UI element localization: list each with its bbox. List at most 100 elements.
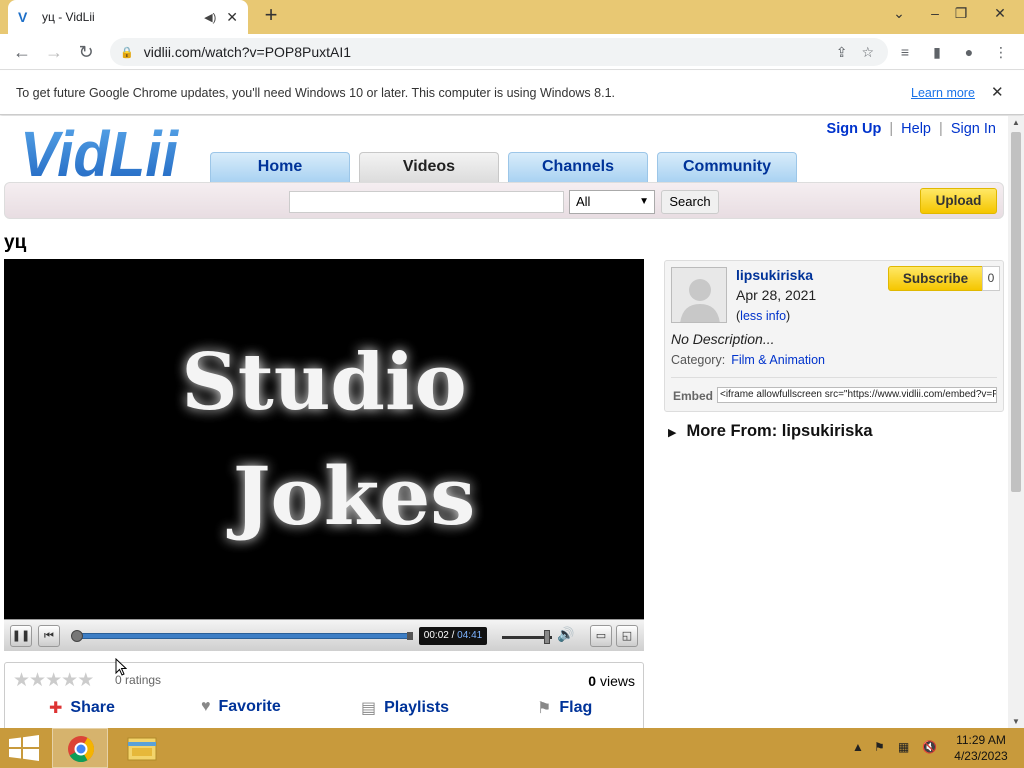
playlist-icon: ▤ [361,700,377,717]
tab-community[interactable]: Community [657,152,797,182]
clock-time: 11:29 AM [956,733,1006,747]
volume-slider[interactable] [502,630,552,644]
search-button[interactable]: Search [661,190,719,214]
help-link[interactable]: Help [901,121,931,137]
share-page-icon[interactable]: ⇪ [836,44,848,61]
back-icon[interactable]: ← [10,40,34,64]
embed-label: Embed [673,389,714,403]
network-icon[interactable]: ▦ [898,740,909,754]
menu-kebab-icon[interactable]: ⋮ [991,42,1011,62]
signup-link[interactable]: Sign Up [827,121,882,137]
uploader-panel: lipsukiriska Apr 28, 2021 (less info) Su… [664,260,1004,412]
new-tab-button[interactable]: + [260,4,282,27]
search-input[interactable] [289,191,564,213]
mouse-cursor-icon [115,658,127,676]
less-info-link[interactable]: less info [740,309,786,323]
windows-taskbar: ▲ ⚑ ▦ 🔇 11:29 AM 4/23/2023 [0,728,1024,768]
search-category-select[interactable]: All ▼ [569,190,655,214]
restore-button[interactable]: ❐ [946,4,976,24]
player-controls: ❚❚ ⏮ 00:02 / 04:41 🔊 ▭ ◱ [4,619,644,651]
lock-icon[interactable]: 🔒 [120,46,134,59]
volume-knob[interactable] [544,630,550,644]
tab-videos[interactable]: Videos [359,152,499,182]
star-icon[interactable]: ★ [29,670,46,691]
playlists-button[interactable]: ▤ Playlists [361,698,449,718]
url-text[interactable]: vidlii.com/watch?v=POP8PuxtAI1 [144,44,836,60]
scrollbar-thumb[interactable] [1011,132,1021,492]
show-hidden-icons-icon[interactable]: ▲ [852,740,864,754]
profile-avatar-icon[interactable]: ● [959,42,979,62]
progress-bar[interactable] [71,630,413,642]
page-scrollbar[interactable]: ▲ ▼ [1008,116,1024,728]
bookmark-star-icon[interactable]: ☆ [861,44,874,61]
progress-knob[interactable] [71,630,84,642]
popout-icon[interactable]: ▭ [590,625,612,647]
share-button[interactable]: ✚ Share [49,698,115,718]
audio-playing-icon[interactable]: ◀) [204,11,216,24]
rating-stars[interactable]: ★★★★★ [13,669,94,692]
frame-text-jokes: Jokes [227,449,476,543]
tab-close-icon[interactable]: ✕ [226,9,238,26]
windows-start-icon[interactable] [8,735,40,761]
taskbar-file-explorer[interactable] [114,728,170,768]
skip-back-icon[interactable]: ⏮ [38,625,60,647]
upload-date: Apr 28, 2021 [736,287,817,303]
embed-code-field[interactable]: <iframe allowfullscreen src="https://www… [717,387,997,403]
progress-end-marker [407,632,413,640]
side-panel-icon[interactable]: ▮ [927,42,947,62]
more-from-label: More From: lipsukiriska [686,422,873,440]
video-description: No Description... [671,331,775,347]
star-icon[interactable]: ★ [45,670,62,691]
search-select-value: All [576,194,591,209]
chrome-icon [68,736,95,763]
share-label: Share [70,699,115,716]
reading-list-icon[interactable]: ≡ [895,42,915,62]
star-icon[interactable]: ★ [61,670,78,691]
avatar[interactable] [671,267,727,323]
taskbar-chrome[interactable] [52,728,108,768]
signin-link[interactable]: Sign In [951,121,996,137]
speaker-icon[interactable]: 🔊 [557,626,574,643]
tab-search-icon[interactable]: ⌄ [884,4,914,24]
flag-label: Flag [559,699,593,716]
pause-icon[interactable]: ❚❚ [10,625,32,647]
tab-channels[interactable]: Channels [508,152,648,182]
subscribe-button[interactable]: Subscribe [888,266,983,291]
category-link[interactable]: Film & Animation [731,353,825,367]
browser-tab[interactable]: V уц - VidLii ◀) ✕ [8,0,248,34]
action-center-flag-icon[interactable]: ⚑ [874,740,885,754]
more-from-toggle[interactable]: ▶ More From: lipsukiriska [668,422,873,441]
vidlii-logo[interactable]: VidLii [20,118,180,184]
browser-titlebar: V уц - VidLii ◀) ✕ + ⌄ – ❐ ✕ [0,0,1024,34]
close-window-button[interactable]: ✕ [985,4,1015,24]
nav-separator: | [889,121,894,137]
update-infobar: To get future Google Chrome updates, you… [0,71,1024,115]
flag-button[interactable]: ⚑ Flag [537,698,592,718]
views-number: 0 [588,673,597,689]
star-icon[interactable]: ★ [77,670,94,691]
video-player[interactable]: Studio Jokes Studio Jokes [4,259,644,619]
address-bar[interactable]: 🔒 vidlii.com/watch?v=POP8PuxtAI1 ⇪ ☆ [110,38,888,66]
time-display: 00:02 / 04:41 [419,627,487,645]
tab-home[interactable]: Home [210,152,350,182]
infobar-close-icon[interactable]: ✕ [991,83,1004,101]
ratings-label: ratings [121,673,162,687]
learn-more-link[interactable]: Learn more [911,86,975,100]
category-label: Category: [671,353,726,367]
logo-text: VidLii [20,118,179,184]
nav-separator: | [939,121,943,137]
scroll-up-icon[interactable]: ▲ [1012,118,1020,127]
volume-muted-icon[interactable]: 🔇 [922,740,937,754]
uploader-name-link[interactable]: lipsukiriska [736,267,813,283]
reload-icon[interactable]: ↻ [74,40,98,64]
taskbar-clock[interactable]: 11:29 AM 4/23/2023 [946,732,1016,764]
favorite-button[interactable]: ♥ Favorite [201,698,281,716]
scroll-down-icon[interactable]: ▼ [1012,717,1020,726]
upload-button[interactable]: Upload [920,188,997,214]
forward-icon[interactable]: → [42,40,66,64]
clock-date: 4/23/2023 [954,749,1008,763]
star-icon[interactable]: ★ [13,670,30,691]
fullscreen-icon[interactable]: ◱ [616,625,638,647]
subscriber-count: 0 [982,266,1000,291]
tab-title: уц - VidLii [42,10,95,24]
